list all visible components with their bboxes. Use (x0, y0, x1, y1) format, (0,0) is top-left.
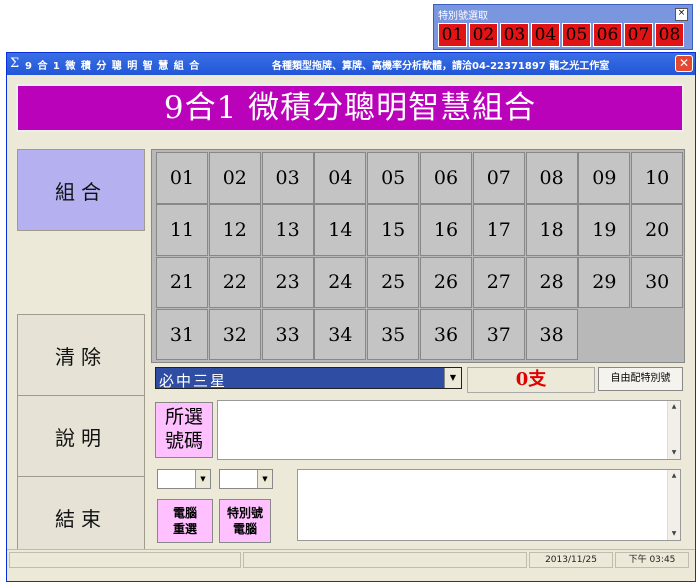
special-number-computer-button[interactable]: 特別號 電腦 (219, 499, 271, 543)
close-button[interactable]: ✕ (675, 55, 693, 72)
help-button[interactable]: 說明 (17, 395, 145, 477)
scroll-down-icon[interactable]: ▼ (669, 448, 679, 458)
number-button[interactable]: 18 (525, 204, 578, 256)
special-number[interactable]: 01 (438, 23, 467, 47)
special-number[interactable]: 07 (624, 23, 653, 47)
main-window: Σ 9 合 1 微 積 分 聰 明 智 慧 組 合 各種類型拖牌、算牌、高機率分… (6, 52, 696, 582)
selected-label-line1: 所選 (164, 406, 203, 428)
number-button[interactable]: 28 (525, 256, 578, 309)
sigma-icon: Σ (10, 56, 20, 71)
selected-numbers-label: 所選 號碼 (155, 402, 213, 458)
count-display: 0支 (467, 367, 595, 393)
selected-label-line2: 號碼 (164, 430, 203, 452)
title-bar[interactable]: Σ 9 合 1 微 積 分 聰 明 智 慧 組 合 各種類型拖牌、算牌、高機率分… (7, 53, 695, 75)
status-panel (243, 552, 527, 568)
computer-reselect-line1: 電腦 (172, 506, 197, 520)
number-button[interactable]: 08 (525, 152, 578, 204)
number-button[interactable]: 01 (156, 152, 208, 204)
special-number[interactable]: 03 (500, 23, 529, 47)
number-grid-panel: 01 02 03 04 05 06 07 08 09 10 11 12 13 1… (151, 149, 685, 363)
number-button[interactable]: 07 (472, 152, 525, 204)
computer-reselect-button[interactable]: 電腦 重選 (157, 499, 213, 543)
number-button[interactable]: 13 (261, 204, 314, 256)
special-number[interactable]: 02 (469, 23, 498, 47)
selected-numbers-area[interactable]: ▲ ▼ (217, 400, 681, 460)
number-button[interactable]: 10 (631, 152, 684, 204)
special-number-list: 01 02 03 04 05 06 07 08 (438, 23, 684, 47)
special-number-window: 特別號選取 × 01 02 03 04 05 06 07 08 (433, 4, 693, 50)
free-special-button[interactable]: 自由配特別號 (598, 367, 683, 391)
number-button[interactable]: 34 (314, 308, 367, 361)
special-number[interactable]: 04 (531, 23, 560, 47)
number-select-b[interactable]: ▼ (219, 469, 273, 489)
combination-type-select[interactable]: 必中三星 ▼ (155, 367, 462, 390)
number-button[interactable]: 24 (314, 256, 367, 309)
scrollbar[interactable]: ▲ ▼ (667, 401, 680, 459)
number-button[interactable]: 20 (631, 204, 684, 256)
chevron-down-icon[interactable]: ▼ (195, 470, 210, 488)
number-button[interactable]: 35 (367, 308, 420, 361)
clear-button[interactable]: 清除 (17, 314, 145, 396)
number-button[interactable]: 30 (631, 256, 684, 309)
app-banner: 9合1 微積分聰明智慧組合 (16, 84, 684, 132)
result-output-area[interactable]: ▲ ▼ (297, 469, 681, 541)
status-bar: 2013/11/25 下午 03:45 (7, 549, 695, 570)
number-grid: 01 02 03 04 05 06 07 08 09 10 11 12 13 1… (156, 152, 684, 361)
window-title: 9 合 1 微 積 分 聰 明 智 慧 組 合 (25, 61, 201, 72)
chevron-down-icon[interactable]: ▼ (257, 470, 272, 488)
number-button[interactable]: 23 (261, 256, 314, 309)
number-button[interactable]: 31 (156, 308, 208, 361)
number-button[interactable]: 19 (578, 204, 631, 256)
number-button[interactable]: 29 (578, 256, 631, 309)
number-select-a[interactable]: ▼ (157, 469, 211, 489)
number-button[interactable]: 26 (419, 256, 472, 309)
number-button[interactable]: 11 (156, 204, 208, 256)
combine-button[interactable]: 組合 (17, 149, 145, 231)
combination-type-value: 必中三星 (159, 372, 228, 390)
scrollbar[interactable]: ▲ ▼ (667, 470, 680, 540)
number-button[interactable]: 32 (208, 308, 261, 361)
status-date: 2013/11/25 (529, 552, 613, 568)
special-number[interactable]: 05 (562, 23, 591, 47)
special-computer-line1: 特別號 (226, 506, 263, 520)
special-number[interactable]: 06 (593, 23, 622, 47)
number-button[interactable]: 14 (314, 204, 367, 256)
number-button[interactable]: 09 (578, 152, 631, 204)
scroll-down-icon[interactable]: ▼ (669, 529, 679, 539)
number-button[interactable]: 33 (261, 308, 314, 361)
exit-button[interactable]: 結束 (17, 476, 145, 558)
number-button[interactable]: 22 (208, 256, 261, 309)
number-button[interactable]: 15 (367, 204, 420, 256)
special-number[interactable]: 08 (655, 23, 684, 47)
number-button[interactable]: 17 (472, 204, 525, 256)
computer-reselect-line2: 重選 (172, 522, 197, 536)
special-computer-line2: 電腦 (232, 522, 257, 536)
special-window-close-button[interactable]: × (675, 8, 688, 21)
status-panel (9, 552, 241, 568)
scroll-up-icon[interactable]: ▲ (669, 471, 679, 481)
scroll-up-icon[interactable]: ▲ (669, 402, 679, 412)
special-window-title: 特別號選取 (438, 11, 488, 22)
number-button[interactable]: 16 (419, 204, 472, 256)
chevron-down-icon[interactable]: ▼ (444, 368, 461, 388)
number-button[interactable]: 27 (472, 256, 525, 309)
number-button[interactable]: 03 (261, 152, 314, 204)
number-button[interactable]: 37 (472, 308, 525, 361)
number-button[interactable]: 38 (525, 308, 578, 361)
number-button[interactable]: 04 (314, 152, 367, 204)
number-button[interactable]: 06 (419, 152, 472, 204)
number-button[interactable]: 02 (208, 152, 261, 204)
number-button[interactable]: 36 (419, 308, 472, 361)
number-button[interactable]: 21 (156, 256, 208, 309)
status-time: 下午 03:45 (615, 552, 689, 568)
number-button[interactable]: 12 (208, 204, 261, 256)
number-button[interactable]: 25 (367, 256, 420, 309)
number-button[interactable]: 05 (367, 152, 420, 204)
window-subtitle: 各種類型拖牌、算牌、高機率分析軟體，請洽04-22371897 龍之光工作室 (272, 61, 610, 72)
